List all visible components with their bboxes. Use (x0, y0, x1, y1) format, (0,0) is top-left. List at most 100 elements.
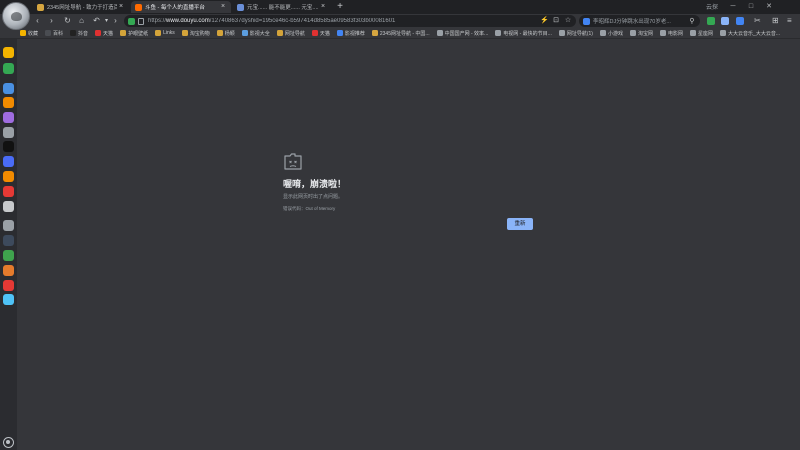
sidebar-weibo-icon[interactable] (3, 97, 14, 108)
tab-favicon-icon (237, 3, 244, 11)
sidebar-assistant-icon[interactable] (3, 127, 14, 138)
sidebar-game-icon[interactable] (3, 112, 14, 123)
sidebar-monitor-icon[interactable] (3, 294, 14, 305)
bookmark-item[interactable]: 星座网 (690, 30, 713, 37)
avatar[interactable] (2, 2, 30, 30)
extension-green-icon[interactable] (707, 17, 715, 25)
bookmark-item[interactable]: 百科 (45, 30, 63, 37)
sidebar-game-4-icon[interactable] (3, 280, 14, 291)
address-bar[interactable]: https://www.douyu.com/127408637dyshid=19… (124, 15, 576, 27)
sidebar-wechat-icon[interactable] (3, 63, 14, 74)
bookmark-icon (336, 30, 343, 36)
forward-button[interactable]: › (46, 16, 57, 26)
bookmark-item[interactable]: 抖音 (70, 30, 88, 37)
star-icon[interactable]: ☆ (564, 17, 572, 25)
tab-favicon-icon (37, 3, 44, 11)
bookmark-label: 电影网 (668, 30, 684, 37)
close-icon[interactable]: × (219, 3, 227, 11)
bookmark-label: 杨颖 (224, 30, 235, 37)
bookmark-label: 百科 (53, 30, 64, 37)
home-icon[interactable]: ⌂ (76, 16, 87, 26)
gear-icon[interactable] (3, 437, 14, 448)
bookmark-label: 大大云音乐_大大云音... (728, 30, 780, 37)
search-engine-icon (583, 17, 590, 25)
sidebar-douyin-icon[interactable] (3, 141, 14, 152)
sidebar-anime-icon[interactable] (3, 235, 14, 246)
bookmark-label: 天猫 (103, 30, 114, 37)
tab-3[interactable]: 元宝...... 能不能更...... 元宝......能不能更 × (233, 1, 331, 13)
close-window-button[interactable]: ✕ (760, 2, 778, 10)
url-path: /127408637dyshid=195ce46c-b597414d8585ae… (209, 18, 396, 24)
sidebar-qq-icon[interactable] (3, 83, 14, 94)
next-icon[interactable]: › (110, 16, 121, 26)
screenshot-icon[interactable]: ⊡ (552, 17, 560, 25)
bookmark-item[interactable]: 影视大全 (241, 30, 270, 37)
bookmark-item[interactable]: 网址导航(1) (558, 30, 593, 37)
back-button[interactable]: ‹ (32, 16, 43, 26)
sidebar-feed-icon[interactable] (3, 171, 14, 182)
search-text[interactable]: 李昭辉DJ分钟跳水出现70岁老... (593, 17, 688, 25)
bookmark-item[interactable]: Links (155, 30, 175, 36)
reload-icon[interactable]: ↻ (62, 16, 73, 26)
bookmark-item[interactable]: 护眼壁纸 (120, 30, 148, 37)
bookmark-icon (95, 30, 102, 36)
sidebar-game-3-icon[interactable] (3, 265, 14, 276)
user-label[interactable]: 云探 (706, 2, 718, 11)
bookmark-item[interactable]: 小游戏 (599, 30, 623, 37)
error-description: 显示此网页时出了点问题。 (283, 194, 344, 200)
error-code-label: 错误代码： (283, 206, 306, 211)
bookmark-item[interactable]: 淘宝购物 (181, 30, 210, 37)
bookmark-label: Links (163, 30, 175, 36)
bookmark-icon (495, 30, 502, 36)
scissors-icon[interactable]: ✂ (754, 17, 762, 25)
bookmark-item[interactable]: 2345网址导航 - 中国... (371, 30, 430, 37)
sidebar-game-2-icon[interactable] (3, 250, 14, 261)
sidebar-favorites-icon[interactable] (3, 47, 14, 58)
sidebar-shop-icon[interactable] (3, 201, 14, 212)
extension-blue-icon[interactable] (736, 17, 744, 25)
bookmark-item[interactable]: 收藏 (20, 30, 38, 37)
url-text[interactable]: https://www.douyu.com/127408637dyshid=19… (148, 18, 536, 24)
search-icon[interactable]: ⚲ (688, 17, 696, 25)
close-icon[interactable]: × (319, 3, 327, 11)
lightning-icon[interactable]: ⚡ (540, 17, 549, 25)
error-code: 错误代码：Out of Memory (283, 206, 335, 212)
bookmark-item[interactable]: 大大云音乐_大大云音... (720, 30, 780, 37)
browser-window: 2345网址导航 - 致力于打造百年 × 斗鱼 - 每个人的直播平台 × 元宝.… (0, 0, 800, 450)
search-box[interactable]: 李昭辉DJ分钟跳水出现70岁老... ⚲ (579, 15, 700, 27)
sidebar (0, 39, 17, 450)
bookmarks-bar: 收藏 百科 抖音 天猫 护眼壁纸 Links 淘宝购物 杨颖 影视大全 网址导航 天猫 影视推荐 234… (20, 28, 800, 38)
sidebar-mail-icon[interactable] (3, 186, 14, 197)
extension-grid-icon[interactable] (721, 17, 729, 25)
bookmark-item[interactable]: 影视推荐 (336, 30, 365, 37)
bookmark-item[interactable]: 中国国产网 - 效率... (436, 30, 488, 37)
bookmark-item[interactable]: 电影网 (660, 30, 683, 37)
sidebar-calculator-icon[interactable] (3, 220, 14, 231)
bookmark-label: 天猫 (319, 30, 330, 37)
bookmark-item[interactable]: 杨颖 (216, 30, 235, 37)
sidebar-settings-app-icon[interactable] (3, 156, 14, 167)
tab-strip: 2345网址导航 - 致力于打造百年 × 斗鱼 - 每个人的直播平台 × 元宝.… (0, 0, 800, 14)
minimize-button[interactable]: ─ (724, 3, 742, 10)
bookmark-label: 网址导航 (284, 30, 305, 37)
bookmark-icon (241, 30, 248, 36)
reload-button[interactable]: 重新 (507, 218, 533, 230)
bookmark-item[interactable]: 天猫 (311, 30, 330, 37)
bookmark-item[interactable]: 天猫 (95, 30, 113, 37)
close-icon[interactable]: × (117, 3, 125, 11)
grid-icon[interactable]: ⊞ (772, 17, 780, 25)
divider (0, 38, 800, 39)
url-host: www.douyu.com (166, 18, 210, 24)
menu-icon[interactable]: ≡ (787, 17, 795, 25)
error-code-value: Out of Memory (305, 206, 336, 211)
window-controls: 云探 ─ □ ✕ (706, 0, 778, 12)
bookmark-item[interactable]: 淘宝网 (630, 30, 653, 37)
bookmark-label: 星座网 (698, 30, 714, 37)
bookmark-label: 2345网址导航 - 中国... (379, 30, 430, 37)
maximize-button[interactable]: □ (742, 3, 760, 10)
tab-1[interactable]: 2345网址导航 - 致力于打造百年 × (33, 1, 129, 13)
new-tab-button[interactable]: + (335, 1, 345, 13)
bookmark-item[interactable]: 电视网 - 最快的节目... (495, 30, 552, 37)
tab-2[interactable]: 斗鱼 - 每个人的直播平台 × (131, 1, 231, 13)
bookmark-item[interactable]: 网址导航 (276, 30, 305, 37)
